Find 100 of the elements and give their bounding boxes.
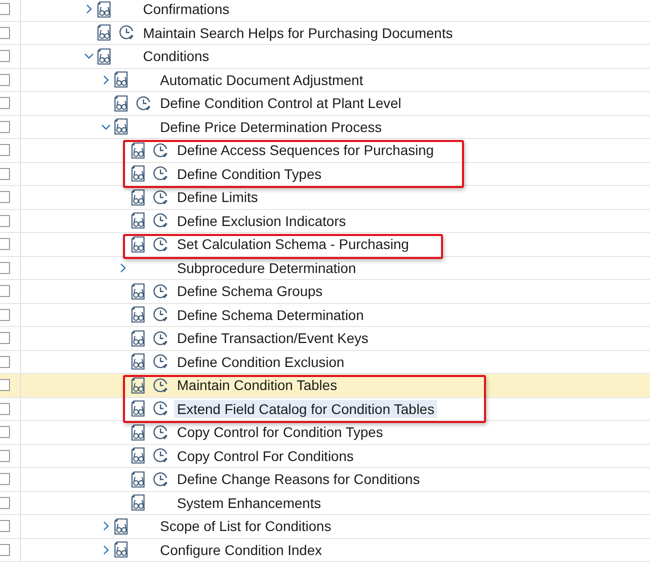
document-glasses-icon — [113, 94, 129, 112]
tree-row[interactable]: Define Access Sequences for Purchasing — [0, 139, 650, 162]
chevron-right-icon[interactable] — [118, 262, 128, 273]
tree-row[interactable]: Configure Condition Index — [0, 538, 650, 562]
chevron-down-icon[interactable] — [84, 51, 94, 62]
row-checkbox[interactable] — [0, 426, 10, 438]
document-glasses-icon — [130, 424, 146, 441]
tree-row[interactable]: Define Limits — [0, 186, 650, 210]
clock-icon[interactable] — [153, 236, 168, 252]
tree-row[interactable]: Define Condition Control at Plant Level — [0, 92, 650, 116]
clock-icon[interactable] — [153, 424, 168, 440]
tree-row[interactable]: Maintain Condition Tables — [0, 374, 650, 398]
tree-item-label[interactable]: Extend Field Catalog for Condition Tables — [174, 400, 438, 418]
tree-item-label[interactable]: Automatic Document Adjustment — [157, 70, 366, 89]
tree-row[interactable]: Define Change Reasons for Conditions — [0, 468, 650, 492]
clock-icon[interactable] — [153, 378, 168, 393]
tree-row[interactable]: System Enhancements — [0, 492, 650, 515]
tree-item-label[interactable]: Define Exclusion Indicators — [174, 212, 349, 230]
row-checkbox[interactable] — [0, 285, 10, 298]
tree-row[interactable]: Scope of List for Conditions — [0, 515, 650, 538]
chevron-right-icon[interactable] — [84, 4, 94, 14]
row-checkbox[interactable] — [0, 379, 10, 392]
row-checkbox[interactable] — [0, 74, 10, 86]
tree-item-label[interactable]: Define Limits — [174, 188, 261, 206]
row-checkbox[interactable] — [0, 120, 10, 133]
row-checkbox[interactable] — [0, 97, 10, 110]
row-checkbox[interactable] — [0, 308, 10, 321]
tree-item-label[interactable]: Maintain Search Helps for Purchasing Documents — [140, 24, 456, 42]
clock-icon[interactable] — [153, 472, 168, 487]
tree-row[interactable]: Define Condition Types — [0, 162, 650, 186]
tree-row[interactable]: Set Calculation Schema - Purchasing — [0, 233, 650, 256]
row-checkbox[interactable] — [0, 144, 10, 156]
clock-icon[interactable] — [153, 354, 168, 370]
row-checkbox[interactable] — [0, 238, 10, 250]
tree-item-label[interactable]: Define Change Reasons for Conditions — [174, 470, 423, 488]
tree-row[interactable]: Define Schema Groups — [0, 280, 650, 304]
document-glasses-icon — [130, 188, 146, 206]
row-checkbox[interactable] — [0, 168, 10, 180]
tree-row[interactable]: Define Schema Determination — [0, 304, 650, 327]
tree-item-label[interactable]: Define Schema Determination — [174, 306, 367, 324]
tree-row[interactable]: Define Price Determination Process — [0, 116, 650, 139]
row-checkbox[interactable] — [0, 450, 10, 462]
row-checkbox[interactable] — [0, 473, 10, 486]
row-checkbox[interactable] — [0, 544, 10, 556]
tree-item-label[interactable]: Define Condition Control at Plant Level — [157, 94, 404, 112]
tree-item-label[interactable]: Define Condition Exclusion — [174, 352, 348, 371]
tree-item-label[interactable]: Copy Control for Condition Types — [174, 423, 386, 442]
tree-item-label[interactable]: Define Transaction/Event Keys — [174, 329, 372, 348]
tree-item-label[interactable]: Set Calculation Schema - Purchasing — [174, 235, 412, 254]
tree-row[interactable]: Define Transaction/Event Keys — [0, 327, 650, 350]
tree-row[interactable]: Copy Control For Conditions — [0, 444, 650, 468]
tree-item-label[interactable]: Define Access Sequences for Purchasing — [174, 141, 437, 160]
row-checkbox[interactable] — [0, 356, 10, 368]
clock-icon[interactable] — [153, 307, 168, 322]
tree-row[interactable]: Maintain Search Helps for Purchasing Documents — [0, 22, 650, 45]
clock-icon[interactable] — [153, 284, 168, 299]
row-checkbox[interactable] — [0, 402, 10, 415]
tree-row[interactable]: Conditions — [0, 45, 650, 68]
tree-item-label[interactable]: Subprocedure Determination — [174, 258, 359, 277]
clock-icon[interactable] — [153, 142, 168, 158]
tree-row[interactable]: Automatic Document Adjustment — [0, 68, 650, 92]
chevron-down-icon[interactable] — [101, 122, 111, 132]
tree-item-label[interactable]: Define Schema Groups — [174, 282, 326, 300]
clock-icon[interactable] — [153, 166, 168, 182]
tree-item-label[interactable]: Copy Control For Conditions — [174, 446, 357, 465]
tree-item-label[interactable]: Define Condition Types — [174, 164, 324, 183]
row-checkbox[interactable] — [0, 3, 10, 16]
document-glasses-icon — [113, 118, 129, 136]
clock-icon[interactable] — [153, 330, 168, 346]
clock-icon[interactable] — [153, 401, 168, 416]
tree-row[interactable]: Define Exclusion Indicators — [0, 210, 650, 233]
document-glasses-icon — [96, 48, 112, 65]
tree-row[interactable]: Subprocedure Determination — [0, 256, 650, 280]
tree-item-label[interactable]: Maintain Condition Tables — [174, 376, 340, 394]
tree-item-label[interactable]: Confirmations — [140, 0, 232, 18]
tree-row[interactable]: Copy Control for Condition Types — [0, 421, 650, 444]
tree-row[interactable]: Extend Field Catalog for Condition Tables — [0, 398, 650, 421]
tree-item-label[interactable]: Define Price Determination Process — [157, 118, 385, 136]
clock-icon[interactable] — [153, 448, 168, 464]
chevron-right-icon[interactable] — [101, 74, 111, 85]
row-checkbox[interactable] — [0, 214, 10, 227]
tree-item-label[interactable]: Scope of List for Conditions — [157, 517, 334, 536]
row-checkbox[interactable] — [0, 26, 10, 39]
tree-row[interactable]: Confirmations — [0, 0, 650, 22]
clock-icon[interactable] — [153, 190, 168, 205]
tree-item-label[interactable]: Conditions — [140, 47, 212, 66]
row-checkbox[interactable] — [0, 520, 10, 532]
row-checkbox[interactable] — [0, 332, 10, 344]
row-checkbox[interactable] — [0, 191, 10, 204]
row-checkbox[interactable] — [0, 50, 10, 62]
tree-item-label[interactable]: Configure Condition Index — [157, 540, 325, 559]
row-checkbox[interactable] — [0, 262, 10, 274]
clock-icon[interactable] — [153, 213, 168, 228]
tree-item-label[interactable]: System Enhancements — [174, 494, 324, 512]
clock-icon[interactable] — [119, 25, 134, 40]
tree-row[interactable]: Define Condition Exclusion — [0, 350, 650, 374]
clock-icon[interactable] — [136, 96, 151, 111]
row-checkbox[interactable] — [0, 496, 10, 509]
chevron-right-icon[interactable] — [101, 544, 111, 555]
chevron-right-icon[interactable] — [101, 521, 111, 532]
